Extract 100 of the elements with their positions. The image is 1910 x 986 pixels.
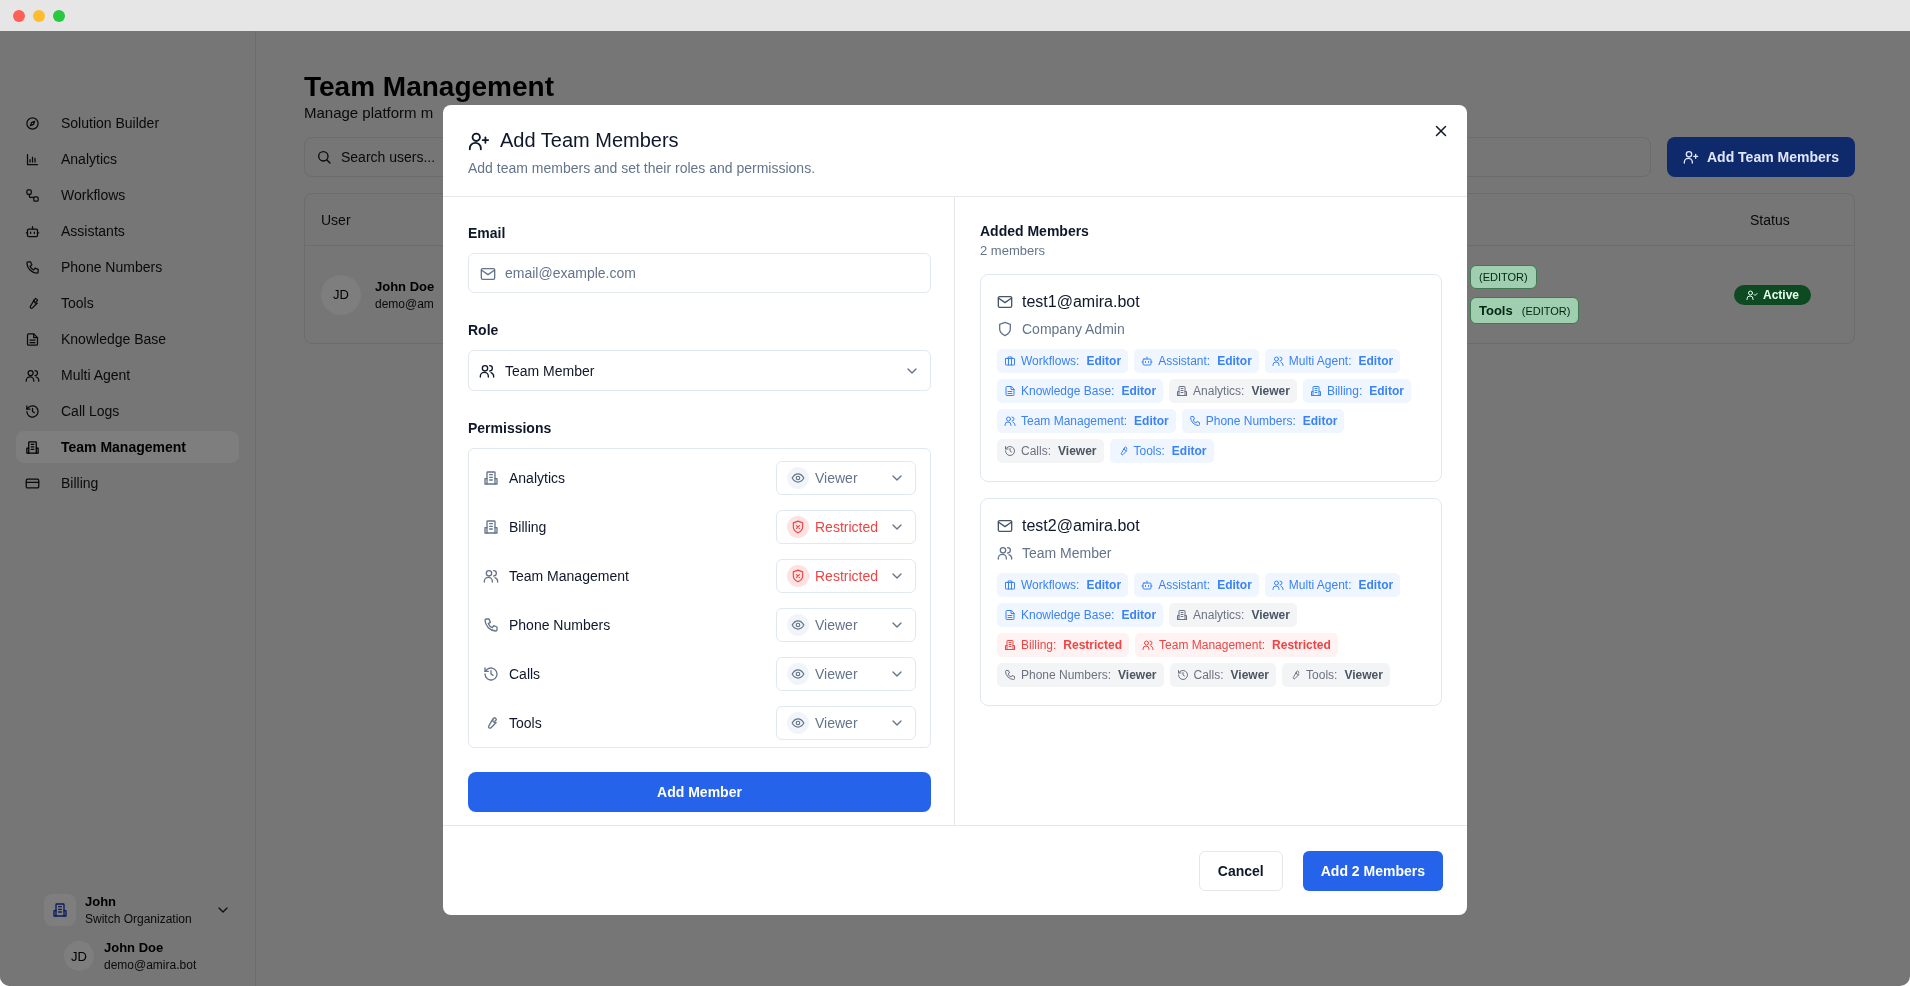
add-members-button[interactable]: Add 2 Members — [1302, 850, 1443, 891]
nav-item[interactable]: Billing — [16, 467, 239, 499]
permission-chip: Multi Agent: Editor — [1264, 349, 1401, 373]
organization-switcher[interactable]: John Switch Organization — [44, 894, 239, 926]
eye-icon — [791, 715, 805, 730]
history-icon — [1176, 669, 1189, 681]
minimize-window-button[interactable] — [33, 9, 45, 22]
column-header: Status — [1749, 211, 1791, 228]
user-plus-icon — [1683, 149, 1699, 165]
history-icon — [1004, 445, 1016, 457]
credit-card-icon — [25, 475, 40, 491]
nav-item[interactable]: Team Management — [16, 431, 239, 463]
dialog-subtitle: Add team members and set their roles and permissions. — [468, 160, 817, 176]
cancel-button[interactable]: Cancel — [1198, 850, 1283, 891]
mail-icon — [997, 518, 1013, 534]
page-subtitle: Manage platform m — [304, 104, 435, 121]
phone-icon — [1004, 669, 1016, 681]
close-window-button[interactable] — [13, 9, 25, 22]
permission-chip: Billing: Restricted — [997, 633, 1130, 657]
users-icon — [479, 362, 495, 379]
shield-x-icon — [791, 568, 805, 583]
access-select[interactable]: Restricted — [776, 558, 916, 593]
permission-chip: Billing: Editor — [1302, 379, 1411, 403]
users-icon — [1271, 355, 1284, 367]
nav-item[interactable]: Knowledge Base — [16, 323, 239, 355]
compass-icon — [25, 115, 40, 131]
page-title: Team Management — [304, 71, 555, 103]
building-icon — [483, 469, 499, 486]
section-title: Added Members — [980, 223, 1090, 239]
zoom-window-button[interactable] — [53, 9, 65, 22]
phone-icon — [483, 616, 499, 633]
eye-icon — [791, 617, 805, 632]
document-icon — [25, 331, 40, 347]
user-name: John Doe — [375, 278, 435, 294]
robot-icon — [1141, 355, 1154, 367]
permission-badge: Tools (EDITOR) — [1470, 297, 1580, 324]
permission-chip: Phone Numbers: Editor — [1181, 409, 1345, 433]
permission-chip: Analytics: Viewer — [1169, 603, 1297, 627]
document-icon — [1004, 385, 1016, 397]
access-select[interactable]: Viewer — [776, 460, 916, 495]
permission-chip: Phone Numbers: Viewer — [997, 663, 1164, 687]
member-role: Company Admin — [1022, 321, 1125, 337]
permission-chip: Multi Agent: Editor — [1264, 573, 1401, 597]
permission-chip: Knowledge Base: Editor — [997, 603, 1164, 627]
access-select[interactable]: Restricted — [776, 509, 916, 544]
building-icon — [483, 518, 499, 535]
bar-chart-icon — [25, 151, 40, 167]
user-avatar: JD — [64, 941, 94, 971]
permission-chip: Tools: Viewer — [1282, 663, 1390, 687]
briefcase-icon — [1004, 355, 1016, 367]
robot-icon — [25, 223, 40, 239]
users-icon — [1271, 579, 1284, 591]
access-select[interactable]: Viewer — [776, 607, 916, 642]
permission-label: Phone Numbers — [509, 616, 612, 633]
users-icon — [1004, 415, 1016, 427]
nav-item[interactable]: Analytics — [16, 143, 239, 175]
nav-item[interactable]: Tools — [16, 287, 239, 319]
nav-item[interactable]: Workflows — [16, 179, 239, 211]
nav-item[interactable]: Phone Numbers — [16, 251, 239, 283]
permission-chip: Workflows: Editor — [997, 573, 1129, 597]
column-header: User — [320, 211, 352, 228]
permission-chip: Tools: Editor — [1109, 439, 1214, 463]
building-icon — [1004, 639, 1016, 651]
dialog-title: Add Team Members — [500, 129, 679, 152]
nav-item[interactable]: Solution Builder — [16, 107, 239, 139]
access-select[interactable]: Viewer — [776, 705, 916, 740]
building-icon — [25, 439, 40, 455]
permission-label: Team Management — [509, 567, 630, 584]
workflow-icon — [25, 187, 40, 203]
phone-icon — [1188, 415, 1201, 427]
field-label: Email — [468, 225, 507, 241]
building-icon — [52, 902, 68, 918]
permission-chip: Knowledge Base: Editor — [997, 379, 1164, 403]
field-label: Permissions — [468, 420, 553, 436]
permission-chip: Workflows: Editor — [997, 349, 1129, 373]
building-icon — [1309, 385, 1322, 397]
nav-item[interactable]: Call Logs — [16, 395, 239, 427]
shield-icon — [997, 321, 1013, 337]
add-team-members-button[interactable]: Add Team Members — [1667, 137, 1855, 177]
user-name: John Doe — [104, 940, 165, 955]
status-badge: Active — [1734, 284, 1812, 305]
email-field[interactable]: email@example.com — [468, 253, 931, 293]
briefcase-icon — [1004, 579, 1016, 591]
role-select[interactable]: Team Member — [468, 350, 931, 391]
document-icon — [1004, 609, 1016, 621]
permission-label: Analytics — [509, 469, 567, 486]
nav-item[interactable]: Multi Agent — [16, 359, 239, 391]
permission-chip: Calls: Viewer — [997, 439, 1104, 463]
add-member-button[interactable]: Add Member — [468, 772, 931, 812]
nav-item[interactable]: Assistants — [16, 215, 239, 247]
member-email: test1@amira.bot — [1022, 293, 1140, 311]
history-icon — [25, 403, 40, 419]
permission-chip: Team Management: Restricted — [1135, 633, 1338, 657]
user-email: demo@am — [375, 296, 435, 311]
permission-chip: Assistant: Editor — [1134, 349, 1259, 373]
user-avatar: JD — [321, 274, 361, 315]
permission-chip: Assistant: Editor — [1134, 573, 1259, 597]
field-label: Role — [468, 322, 500, 338]
access-select[interactable]: Viewer — [776, 656, 916, 691]
robot-icon — [1141, 579, 1154, 591]
